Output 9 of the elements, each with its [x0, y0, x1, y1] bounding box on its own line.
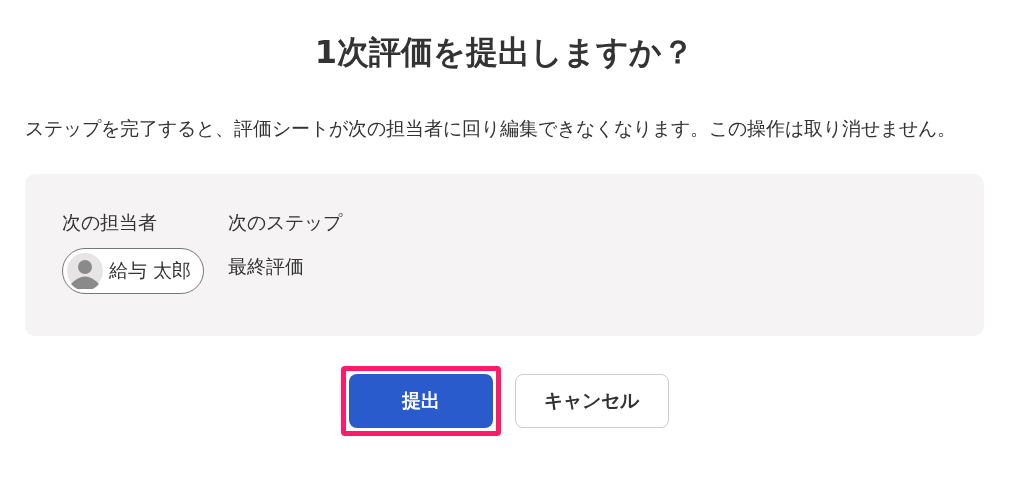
dialog-title: 1次評価を提出しますか？ — [314, 32, 695, 73]
confirmation-message: ステップを完了すると、評価シートが次の担当者に回り編集できなくなります。この操作は取り消せません。 — [25, 116, 957, 141]
assignee-label: 次の担当者 — [62, 210, 157, 234]
cancel-button[interactable]: キャンセル — [514, 374, 669, 428]
step-value: 最終評価 — [228, 254, 305, 278]
step-label: 次のステップ — [228, 210, 343, 234]
user-chip: 給与 太郎 — [62, 248, 205, 294]
submit-button[interactable]: 提出 — [348, 374, 493, 428]
avatar-icon — [67, 253, 103, 289]
